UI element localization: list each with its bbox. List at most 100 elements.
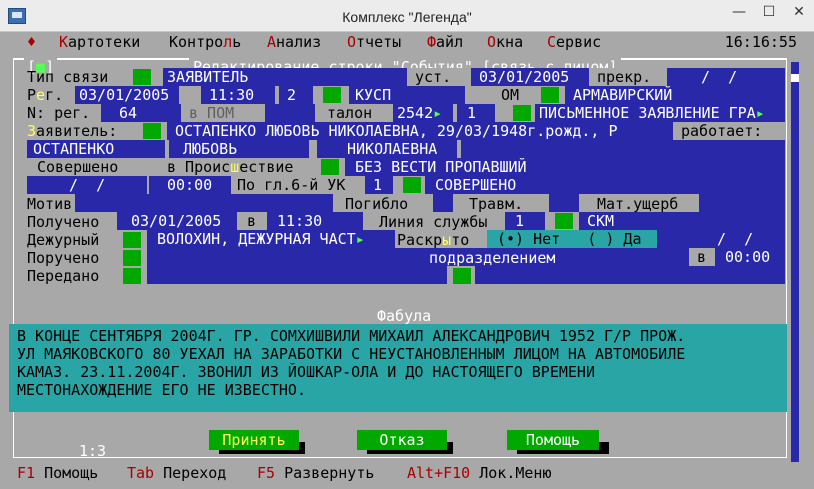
status-f1[interactable]: F1 Помощь [17,464,98,482]
applicant-label: Заявитель: [27,122,118,140]
registration-label: Рег. [27,86,64,104]
received-label: Получено [27,213,100,231]
window-title: Комплекс "Легенда" [342,9,472,25]
committed-date-field[interactable]: / / [27,176,147,194]
edit-event-dialog: [■] Редактирование строки "События" [свя… [9,52,799,480]
surname-field[interactable]: ОСТАПЕНКО [27,140,165,158]
incident-field[interactable]: БЕЗ ВЕСТИ ПРОПАВШИЙ [345,158,785,176]
first-name-field[interactable]: ЛЮБОВЬ [169,140,309,158]
menu-otchety[interactable]: Отчеты [347,33,401,51]
talon-label: талон [327,104,373,122]
console-area: ♦ Картотеки Контроль Анализ Отчеты Файл … [9,32,805,482]
statement-picker[interactable] [513,105,531,121]
spacer-blue [265,104,315,122]
incident-picker[interactable] [321,159,339,175]
died-label: Погибло [333,195,433,213]
reject-button[interactable]: Отказ [357,430,447,450]
motive-label: Мотив [27,195,73,213]
status-alt-f10[interactable]: Alt+F10 Лок.Меню [407,464,552,482]
status-picker[interactable] [403,177,421,193]
link-type-picker[interactable] [133,69,151,85]
injured-field[interactable] [549,194,579,212]
scroll-thumb[interactable] [791,74,799,82]
committed-time-field[interactable]: 00:00 [149,176,231,194]
works-field[interactable] [461,140,785,158]
solved-date-field[interactable]: / / [657,230,785,248]
statement-count-field[interactable]: 1 [457,104,495,122]
menu-kontrol[interactable]: Контроль [169,33,241,51]
help-button[interactable]: Помощь [507,430,599,450]
assigned-field[interactable] [147,248,397,284]
unit-label: подразделением [429,249,556,267]
terminated-date-field[interactable]: / / [667,68,785,86]
fabula-line: В КОНЦЕ СЕНТЯБРЯ 2004Г. ГР. СОМХИШВИЛИ М… [17,327,686,345]
motive-field[interactable] [75,194,333,212]
clock: 16:16:55 [724,33,797,51]
service-number-field[interactable]: 1 [505,212,545,230]
committed-label: Совершено [27,158,157,176]
status-bar: 1:3 F1 Помощь Tab Переход F5 Развернуть … [9,442,805,482]
works-label: работает: [673,122,785,140]
received-date-field[interactable]: 03/01/2005 [117,212,237,230]
unit-time-field[interactable]: 00:00 [715,248,785,266]
fabula-textarea[interactable]: В КОНЦЕ СЕНТЯБРЯ 2004Г. ГР. СОМХИШВИЛИ М… [9,324,787,412]
statement-type-field[interactable]: ПИСЬМЕННОЕ ЗАЯВЛЕНИЕ ГРА▸ [535,104,785,122]
menu-kartoteki[interactable]: Картотеки [59,33,140,51]
system-menu-icon[interactable]: ♦ [27,33,36,51]
applicant-picker[interactable] [143,123,161,139]
committed-status-field[interactable]: СОВЕРШЕНО [425,176,785,194]
radio-no[interactable]: (•) Нет [497,230,560,248]
duty-officer-picker[interactable] [123,232,141,248]
injured-label: Травм. [453,195,549,213]
scroll-up-arrow[interactable] [791,52,799,62]
received-time-field[interactable]: 11:30 [267,212,363,230]
incident-label: в Происшествие [167,158,294,176]
duty-officer-field[interactable]: ВОЛОХИН, ДЕЖУРНАЯ ЧАСТ▸ [147,230,395,248]
solved-label: Раскрыто [397,231,470,249]
transferred-unit-name-field[interactable] [475,266,785,284]
reg-time-field[interactable]: 11:30 [201,86,275,104]
transferred-unit-picker[interactable] [453,268,471,284]
died-field[interactable] [433,194,453,212]
article-number-field[interactable]: 1 [365,176,393,194]
menu-analiz[interactable]: Анализ [267,33,321,51]
menu-servis[interactable]: Сервис [547,33,601,51]
menu-bar: ♦ Картотеки Контроль Анализ Отчеты Файл … [9,32,805,52]
transferred-unit-field[interactable] [397,266,447,284]
fabula-line: КАМАЗ. 23.11.2004Г. ЗВОНИЛ ИЗ ЙОШКАР-ОЛА… [17,363,595,381]
minimize-button[interactable]: — [724,0,754,24]
in-pom-field[interactable]: в ПОМ [181,104,265,122]
solved-radio-group[interactable]: (•) Нет ( ) Да [487,230,657,248]
transferred-picker[interactable] [123,268,141,284]
radio-yes[interactable]: ( ) Да [587,230,641,248]
accept-button[interactable]: Принять [209,430,299,450]
maximize-button[interactable]: ☐ [754,0,784,24]
service-picker[interactable] [555,213,573,229]
scrollbar[interactable] [791,52,799,480]
window-titlebar: Комплекс "Легенда" — ☐ ✕ [0,0,814,32]
district-picker[interactable] [541,87,559,103]
link-type-field[interactable]: ЗАЯВИТЕЛЬ [163,68,407,86]
reg-n-field[interactable]: 64 [101,104,181,122]
established-date-field[interactable]: 03/01/2005 [471,68,589,86]
applicant-field[interactable]: ОСТАПЕНКО ЛЮБОВЬ НИКОЛАЕВНА, 29/03/1948г… [167,122,673,140]
talon-field[interactable]: 2542▸ [393,104,453,122]
kusp-picker[interactable] [323,87,341,103]
close-window-button[interactable]: ✕ [784,0,814,24]
patronymic-field[interactable]: НИКОЛАЕВНА [317,140,457,158]
reg-date-field[interactable]: 03/01/2005 [75,86,179,104]
terminated-label: прекр. [589,68,667,86]
status-f5[interactable]: F5 Развернуть [257,464,374,482]
reg-number-field[interactable]: 2 [279,86,313,104]
menu-fail[interactable]: Файл [427,33,463,51]
status-tab[interactable]: Tab Переход [127,464,226,482]
damage-field[interactable] [699,194,785,212]
district-field[interactable]: АРМАВИРСКИЙ [565,86,785,104]
service-line-label: Линия службы [379,213,488,231]
menu-okna[interactable]: Окна [487,33,523,51]
kusp-field[interactable]: КУСП [349,86,465,104]
spacer [179,86,199,104]
service-field[interactable]: СКМ [579,212,785,230]
fabula-line: УЛ МАЯКОВСКОГО 80 УЕХАЛ НА ЗАРАБОТКИ С Н… [17,345,686,363]
assigned-picker[interactable] [123,250,141,266]
